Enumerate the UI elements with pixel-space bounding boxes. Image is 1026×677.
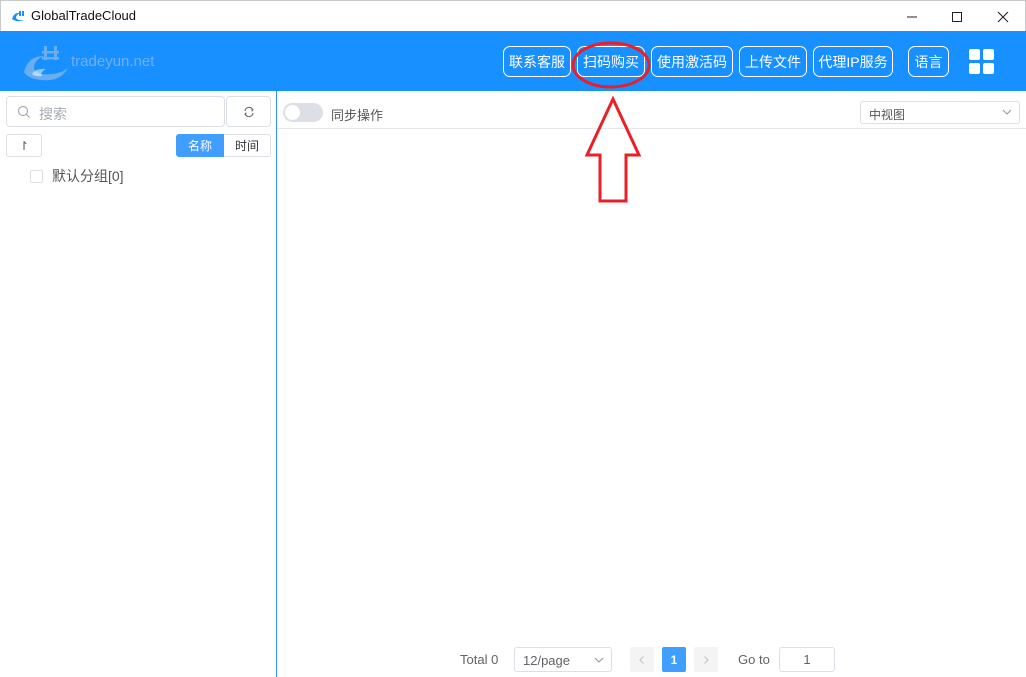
- sort-order-button[interactable]: ↾: [6, 134, 42, 157]
- search-input[interactable]: 搜索: [6, 96, 225, 127]
- chevron-down-icon: [594, 657, 604, 663]
- grid-menu-icon[interactable]: [969, 49, 994, 74]
- page-size-select[interactable]: 12/page: [514, 647, 612, 672]
- use-activation-code-button[interactable]: 使用激活码: [651, 46, 733, 77]
- main-panel: 同步操作 中视图 Total 0 12/page 1 Go to 1: [277, 91, 1026, 677]
- search-icon: [17, 105, 30, 118]
- total-count: Total 0: [460, 652, 499, 667]
- list-item[interactable]: 默认分组[0]: [30, 167, 124, 185]
- minimize-button[interactable]: [889, 1, 935, 32]
- view-mode-select[interactable]: 中视图: [860, 101, 1020, 124]
- minimize-icon: [907, 16, 917, 17]
- goto-page-input[interactable]: 1: [779, 647, 835, 672]
- search-placeholder: 搜索: [39, 106, 67, 122]
- refresh-icon: [243, 106, 254, 117]
- refresh-button[interactable]: [226, 96, 271, 127]
- page-number-current[interactable]: 1: [662, 647, 686, 672]
- close-icon: [997, 11, 1009, 22]
- chevron-right-icon: [704, 655, 709, 664]
- scan-to-buy-button[interactable]: 扫码购买: [577, 46, 645, 77]
- tradeyun-logo: [24, 46, 68, 81]
- main-toolbar: 同步操作 中视图: [277, 91, 1026, 129]
- window-title: GlobalTradeCloud: [31, 8, 137, 23]
- window-titlebar: GlobalTradeCloud: [0, 0, 1026, 31]
- upload-file-button[interactable]: 上传文件: [739, 46, 807, 77]
- maximize-icon: [952, 11, 962, 22]
- group-checkbox[interactable]: [30, 169, 43, 183]
- sort-by-name-tab[interactable]: 名称: [176, 134, 224, 157]
- view-mode-value: 中视图: [869, 108, 906, 122]
- next-page-button[interactable]: [694, 647, 718, 672]
- sort-by-time-tab[interactable]: 时间: [224, 134, 271, 157]
- close-button[interactable]: [980, 1, 1026, 32]
- goto-label: Go to: [738, 652, 770, 667]
- sort-tabs: 名称 时间: [176, 134, 271, 157]
- chevron-left-icon: [639, 655, 644, 664]
- logo-text: tradeyun.net: [71, 53, 155, 70]
- page-size-value: 12/page: [523, 653, 570, 668]
- top-header: tradeyun.net 联系客服 扫码购买 使用激活码 上传文件 代理IP服务…: [0, 31, 1026, 91]
- maximize-button[interactable]: [934, 1, 980, 32]
- sync-toggle[interactable]: [283, 103, 323, 122]
- contact-support-button[interactable]: 联系客服: [503, 46, 571, 77]
- sidebar: 搜索 ↾ 名称 时间 默认分组[0]: [0, 91, 277, 677]
- proxy-ip-service-button[interactable]: 代理IP服务: [813, 46, 893, 77]
- prev-page-button[interactable]: [630, 647, 654, 672]
- group-label: 默认分组[0]: [52, 168, 124, 184]
- app-icon: [12, 11, 24, 22]
- chevron-down-icon: [1002, 109, 1012, 115]
- language-button[interactable]: 语言: [908, 46, 949, 77]
- sync-label: 同步操作: [331, 108, 384, 123]
